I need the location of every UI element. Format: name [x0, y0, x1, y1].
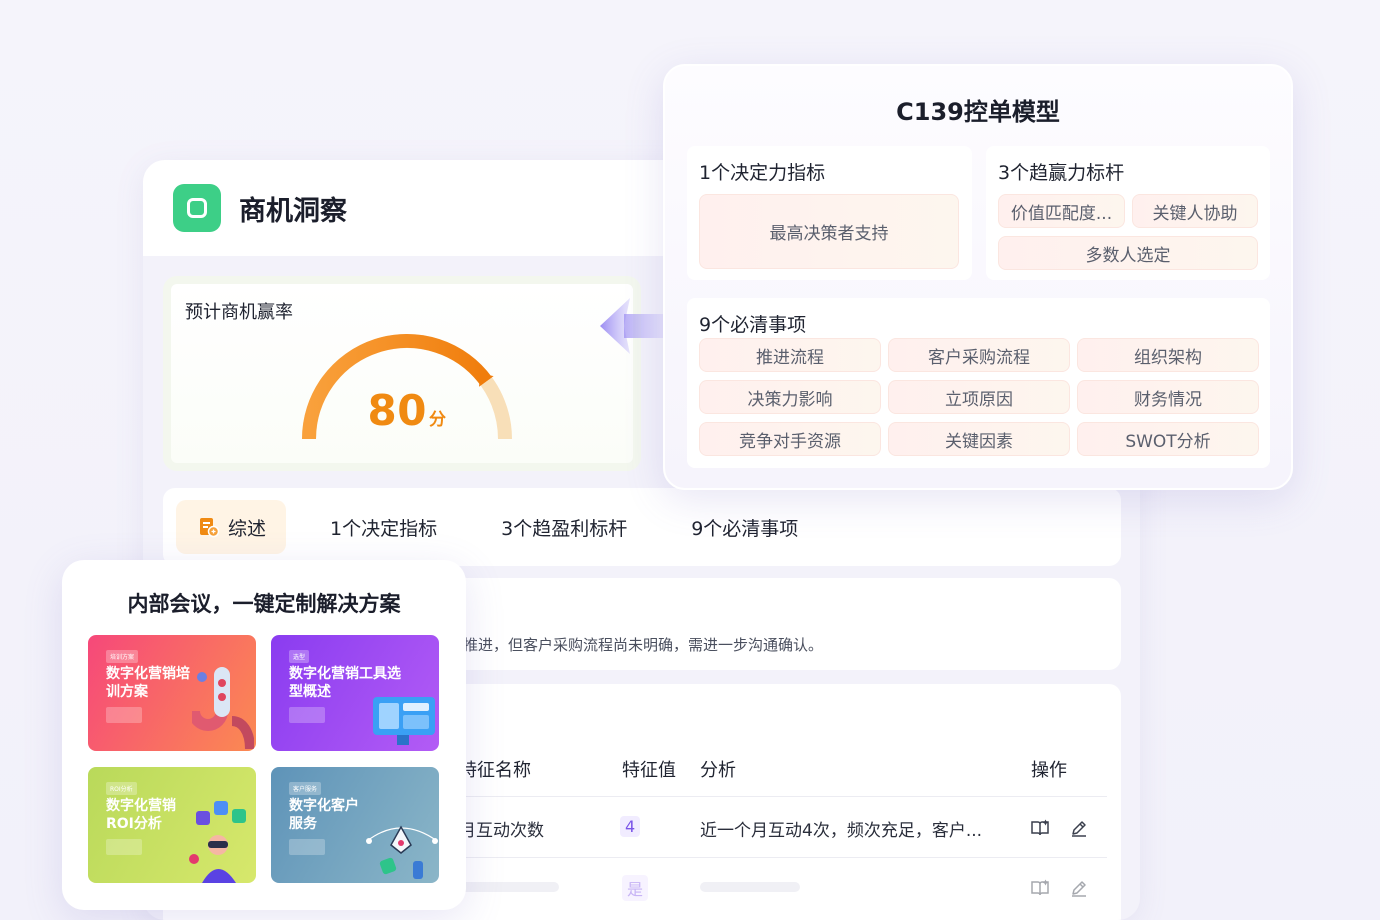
column-header-analysis: 分析 [700, 760, 736, 781]
must-clear-item: 立项原因 [888, 380, 1070, 414]
table-row-name: 月互动次数 [459, 821, 544, 841]
internal-meeting-panel: 内部会议，一键定制解决方案 培训方案 数字化营销培训方案 选型 数字化营销工具选… [62, 560, 466, 910]
meeting-title: 内部会议，一键定制解决方案 [127, 592, 401, 616]
must-clear-item: 竞争对手资源 [699, 422, 881, 456]
must-clear-item: 客户采购流程 [888, 338, 1070, 372]
placeholder-bar [700, 882, 800, 892]
win-rate-card: 预计商机赢率 80 分 [163, 276, 641, 471]
edit-icon[interactable] [1069, 818, 1089, 838]
benchmark-item: 多数人选定 [998, 236, 1258, 270]
tab-must-clear-items[interactable]: 9个必清事项 [691, 514, 798, 541]
must-clear-item: 关键因素 [888, 422, 1070, 456]
summary-text: 推进，但客户采购流程尚未明确，需进一步沟通确认。 [463, 636, 824, 654]
app-logo-icon [173, 184, 221, 232]
must-clear-card: 9个必清事项 推进流程 客户采购流程 组织架构 决策力影响 立项原因 财务情况 … [687, 298, 1270, 468]
decision-indicator-title: 1个决定力指标 [699, 162, 826, 184]
view-report-icon[interactable] [1030, 818, 1050, 838]
document-icon [200, 518, 220, 538]
model-title: C139控单模型 [896, 98, 1060, 126]
row-divider [453, 857, 1107, 858]
benchmark-item: 关键人协助 [1132, 194, 1258, 228]
decision-indicator-item: 最高决策者支持 [699, 194, 959, 269]
edit-icon[interactable] [1069, 878, 1089, 898]
row-divider [453, 796, 1107, 797]
placeholder-bar [459, 882, 559, 892]
benchmark-item: 价值匹配度... [998, 194, 1125, 228]
benchmarks-title: 3个趋赢力标杆 [998, 162, 1125, 184]
column-header-value: 特征值 [622, 760, 676, 781]
view-report-icon[interactable] [1030, 878, 1050, 898]
solution-tile-tool-selection[interactable]: 选型 数字化营销工具选型概述 [271, 635, 439, 751]
win-rate-title: 预计商机赢率 [185, 302, 293, 323]
pen-tool-illustration-icon [366, 825, 438, 879]
monitor-illustration-icon [373, 697, 435, 745]
pointer-arrow-icon [600, 298, 668, 354]
table-row-analysis: 近一个月互动4次，频次充足，客户... [700, 821, 983, 841]
table-row-value: 是 [622, 875, 649, 901]
decision-indicator-card: 1个决定力指标 最高决策者支持 [687, 146, 972, 280]
must-clear-title: 9个必清事项 [699, 314, 807, 336]
must-clear-item: 推进流程 [699, 338, 881, 372]
solution-tile-training[interactable]: 培训方案 数字化营销培训方案 [88, 635, 256, 751]
must-clear-item: 组织架构 [1077, 338, 1259, 372]
must-clear-item: 财务情况 [1077, 380, 1259, 414]
pipe-illustration-icon [192, 667, 254, 750]
must-clear-item: SWOT分析 [1077, 422, 1259, 456]
table-row-value: 4 [620, 816, 641, 837]
column-header-name: 特征名称 [459, 760, 531, 781]
tab-profit-benchmarks[interactable]: 3个趋盈利标杆 [501, 514, 627, 541]
must-clear-item: 决策力影响 [699, 380, 881, 414]
panel-title: 商机洞察 [239, 195, 347, 227]
win-rate-value: 80 分 [367, 386, 447, 435]
tab-decision-indicator[interactable]: 1个决定指标 [330, 514, 437, 541]
solution-tile-customer-service[interactable]: 客户服务 数字化客户服务 [271, 767, 439, 883]
win-rate-gauge: 80 分 [297, 324, 517, 454]
insight-tabs: 综述 1个决定指标 3个趋盈利标杆 9个必清事项 [163, 488, 1121, 566]
c139-model-panel: C139控单模型 1个决定力指标 最高决策者支持 3个趋赢力标杆 价值匹配度..… [663, 64, 1293, 490]
solution-tile-roi[interactable]: ROI分析 数字化营销ROI分析 [88, 767, 256, 883]
person-vr-illustration-icon [189, 801, 246, 883]
benchmarks-card: 3个趋赢力标杆 价值匹配度... 关键人协助 多数人选定 [986, 146, 1270, 280]
tab-overview[interactable]: 综述 [176, 500, 287, 554]
column-header-actions: 操作 [1031, 760, 1067, 781]
